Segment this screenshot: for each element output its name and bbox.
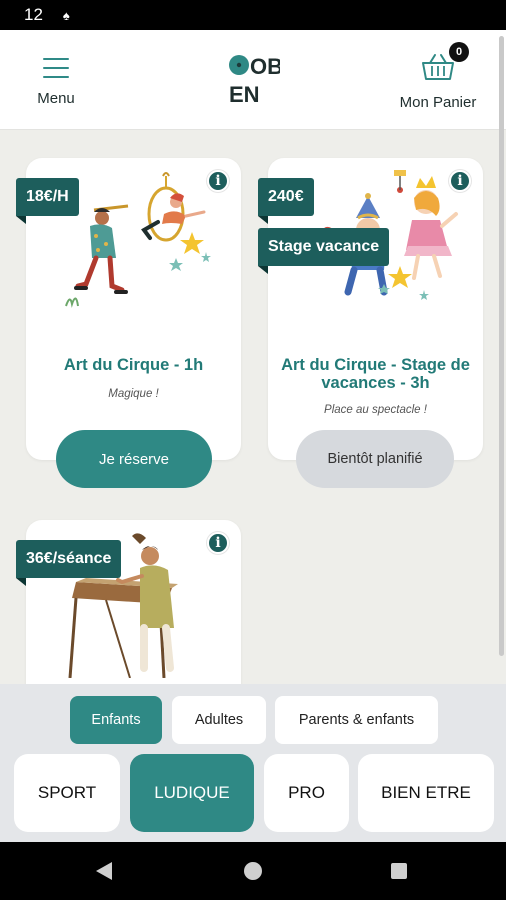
card-title: Art du Cirque - 1h (63, 356, 204, 374)
price-tag: 18€/H (16, 178, 79, 224)
filter-chip-adultes[interactable]: Adultes (172, 696, 266, 744)
price-tag: 240€ (258, 178, 314, 224)
category-sport[interactable]: SPORT (14, 754, 120, 832)
card-subtitle: Place au spectacle ! (324, 404, 427, 416)
home-icon[interactable] (244, 862, 262, 880)
card-title: Art du Cirque - Stage de vacances - 3h (281, 356, 470, 392)
activity-card-cirque-stage[interactable]: 240€ Stage vacance i Art du Cirque - Sta… (258, 158, 483, 488)
info-icon[interactable]: i (207, 170, 229, 192)
activity-card-cirque-1h[interactable]: 18€/H i Art du Cirque - 1h Magique ! Je … (16, 158, 241, 488)
app-screen: Menu OB EN 0 Mon Panier 18€/H i Art du C… (0, 30, 506, 842)
hamburger-icon (43, 58, 69, 78)
info-icon[interactable]: i (449, 170, 471, 192)
price-tag: 36€/séance (16, 540, 122, 586)
back-icon[interactable] (96, 862, 112, 880)
system-nav-bar (0, 842, 506, 900)
notification-icon: ♠ (62, 7, 70, 23)
cart-label: Mon Panier (399, 94, 477, 111)
card-subtitle: Magique ! (108, 388, 159, 400)
status-time: 12 (24, 5, 43, 24)
coming-soon-button[interactable]: Bientôt planifié (296, 430, 454, 488)
info-icon[interactable]: i (207, 532, 229, 554)
logo-text-top: OB (250, 54, 280, 79)
recent-apps-icon[interactable] (391, 863, 407, 879)
cart-count-badge: 0 (449, 42, 469, 62)
filter-panel: Enfants Adultes Parents & enfants SPORT … (0, 684, 506, 842)
app-header: Menu OB EN 0 Mon Panier (0, 30, 506, 130)
oben-logo: OB EN (229, 54, 280, 106)
reserve-button[interactable]: Je réserve (56, 430, 212, 488)
menu-label: Menu (37, 90, 75, 107)
category-ludique[interactable]: LUDIQUE (130, 754, 254, 832)
filter-chip-parents-enfants[interactable]: Parents & enfants (275, 696, 438, 744)
stage-vacance-tag: Stage vacance (258, 228, 390, 274)
menu-button[interactable]: Menu (28, 54, 84, 114)
scrollbar[interactable] (499, 36, 504, 656)
status-bar: 12 ♠ (0, 0, 506, 30)
logo-text-bottom: EN (229, 82, 260, 106)
filter-chip-enfants[interactable]: Enfants (70, 696, 162, 744)
basket-icon: 0 (421, 42, 469, 82)
category-pro[interactable]: PRO (264, 754, 349, 832)
category-bien-etre[interactable]: BIEN ETRE (358, 754, 494, 832)
cart-button[interactable]: 0 Mon Panier (388, 42, 488, 120)
